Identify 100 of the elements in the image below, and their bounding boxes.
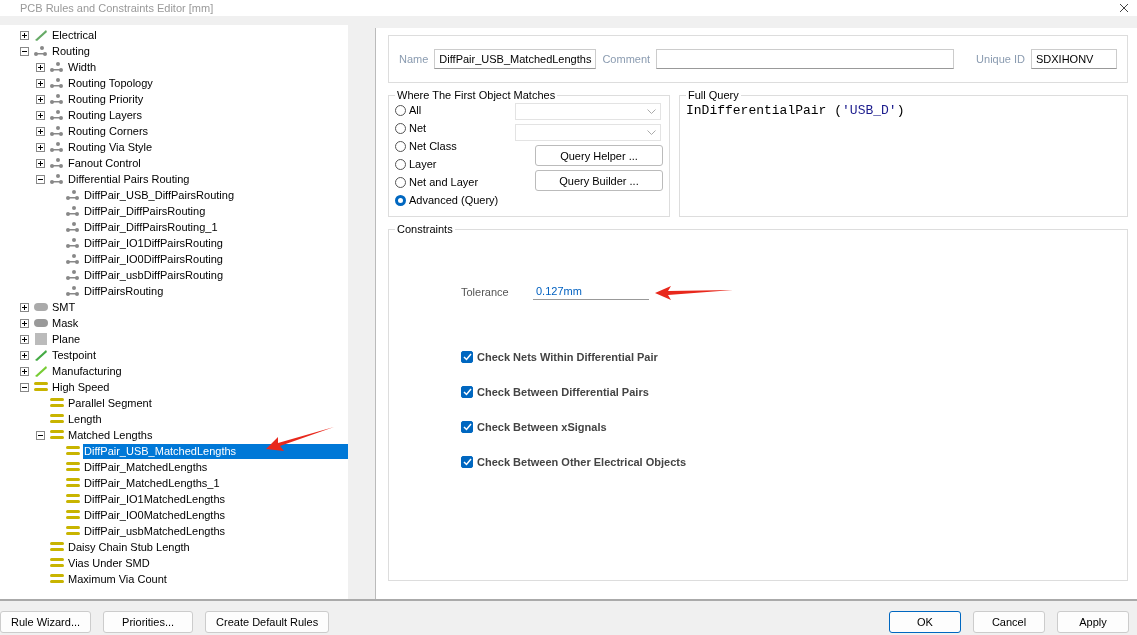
checkbox[interactable] bbox=[461, 351, 473, 363]
expand-toggle-icon[interactable] bbox=[36, 142, 45, 152]
tree-item[interactable]: SMT bbox=[51, 299, 77, 315]
tree-item[interactable]: DiffPair_IO0MatchedLengths bbox=[83, 507, 227, 523]
window-title: PCB Rules and Constraints Editor [mm] bbox=[20, 2, 214, 14]
name-label: Name bbox=[399, 53, 429, 65]
tolerance-field[interactable]: 0.127mm bbox=[533, 283, 649, 300]
track-icon bbox=[65, 525, 81, 537]
expand-toggle-icon[interactable] bbox=[36, 110, 45, 120]
name-field[interactable]: DiffPair_USB_MatchedLengths bbox=[434, 49, 597, 69]
expand-toggle-icon[interactable] bbox=[20, 334, 29, 344]
track-icon bbox=[65, 509, 81, 521]
expand-toggle-icon[interactable] bbox=[20, 46, 29, 56]
dialog-button[interactable]: Cancel bbox=[973, 611, 1045, 633]
dialog-button[interactable]: Rule Wizard... bbox=[0, 611, 92, 633]
rule-icon bbox=[65, 205, 81, 217]
checkbox-label: Check Between Differential Pairs bbox=[477, 386, 649, 398]
tree-item[interactable]: Daisy Chain Stub Length bbox=[67, 539, 191, 555]
tree-item[interactable]: DiffPair_DiffPairsRouting_1 bbox=[83, 219, 219, 235]
tree-item[interactable]: Mask bbox=[51, 315, 80, 331]
rule-icon bbox=[49, 125, 65, 137]
tree-item[interactable]: Maximum Via Count bbox=[67, 571, 168, 587]
dialog-button[interactable]: Create Default Rules bbox=[205, 611, 330, 633]
radio-label: Net Class bbox=[409, 140, 457, 152]
track-icon bbox=[65, 445, 81, 457]
track-icon bbox=[65, 493, 81, 505]
rule-icon bbox=[65, 269, 81, 281]
comment-field[interactable] bbox=[656, 49, 955, 69]
expand-toggle-icon[interactable] bbox=[20, 318, 29, 328]
tree-item[interactable]: Length bbox=[67, 411, 103, 427]
expand-toggle-icon[interactable] bbox=[36, 430, 45, 440]
rule-icon bbox=[33, 365, 49, 377]
radio-button[interactable] bbox=[395, 194, 406, 206]
tree-item[interactable]: Testpoint bbox=[51, 347, 98, 363]
query-text[interactable]: InDifferentialPair ('USB_D') bbox=[686, 101, 1121, 118]
dialog-button[interactable]: Apply bbox=[1057, 611, 1129, 633]
tree-item[interactable]: Width bbox=[67, 59, 98, 75]
tree-item[interactable]: Manufacturing bbox=[51, 363, 123, 379]
expand-toggle-icon[interactable] bbox=[20, 30, 29, 40]
tree-item[interactable]: DiffPair_MatchedLengths bbox=[83, 459, 209, 475]
group-title: Full Query bbox=[687, 89, 740, 101]
tree-item[interactable]: Vias Under SMD bbox=[67, 555, 151, 571]
rule-icon bbox=[49, 77, 65, 89]
rule-icon bbox=[33, 45, 49, 57]
tree-item[interactable]: DiffPair_usbDiffPairsRouting bbox=[83, 267, 224, 283]
tree-item[interactable]: Electrical bbox=[51, 27, 98, 43]
tree-item[interactable]: DiffPair_usbMatchedLengths bbox=[83, 523, 227, 539]
rule-icon bbox=[33, 29, 49, 41]
tree-item[interactable]: DiffPair_USB_DiffPairsRouting bbox=[83, 187, 235, 203]
expand-toggle-icon[interactable] bbox=[20, 350, 29, 360]
expand-toggle-icon[interactable] bbox=[36, 78, 45, 88]
rule-icon bbox=[49, 93, 65, 105]
tolerance-label: Tolerance bbox=[461, 285, 510, 298]
tree-item[interactable]: Plane bbox=[51, 331, 82, 347]
tree-item[interactable]: Routing Layers bbox=[67, 107, 143, 123]
tree-item[interactable]: Routing bbox=[51, 43, 91, 59]
tree-item[interactable]: High Speed bbox=[51, 379, 111, 395]
dialog-button[interactable]: OK bbox=[889, 611, 961, 633]
checkbox-label: Check Between xSignals bbox=[477, 421, 607, 433]
tree-item[interactable]: Parallel Segment bbox=[67, 395, 153, 411]
group-title: Constraints bbox=[396, 223, 454, 235]
tree-item[interactable]: DiffPair_USB_MatchedLengths bbox=[83, 443, 348, 459]
track-icon bbox=[49, 557, 65, 569]
close-icon[interactable] bbox=[1119, 3, 1129, 13]
tree-item[interactable]: Fanout Control bbox=[67, 155, 142, 171]
tree-item[interactable]: Matched Lengths bbox=[67, 427, 154, 443]
chevron-icon bbox=[647, 130, 656, 135]
tree-item[interactable]: DiffPair_IO0DiffPairsRouting bbox=[83, 251, 224, 267]
expand-toggle-icon[interactable] bbox=[36, 126, 45, 136]
tree-item[interactable]: Routing Topology bbox=[67, 75, 154, 91]
unique-id-field[interactable]: SDXIHONV bbox=[1031, 49, 1117, 69]
tree-item[interactable]: DiffPair_IO1DiffPairsRouting bbox=[83, 235, 224, 251]
expand-toggle-icon[interactable] bbox=[20, 366, 29, 376]
tree-item[interactable]: DiffPair_DiffPairsRouting bbox=[83, 203, 207, 219]
radio-label: All bbox=[409, 104, 422, 116]
checkbox[interactable] bbox=[461, 386, 473, 398]
tree-item[interactable]: Differential Pairs Routing bbox=[67, 171, 191, 187]
radio-label: Layer bbox=[409, 158, 437, 170]
query-button[interactable]: Query Helper ... bbox=[535, 145, 663, 166]
tree-item[interactable]: Routing Via Style bbox=[67, 139, 154, 155]
expand-toggle-icon[interactable] bbox=[36, 62, 45, 72]
expand-toggle-icon[interactable] bbox=[36, 94, 45, 104]
radio-label: Net and Layer bbox=[409, 176, 479, 188]
tree-item[interactable]: Routing Corners bbox=[67, 123, 150, 139]
chevron-icon bbox=[647, 109, 656, 114]
rule-icon bbox=[49, 61, 65, 73]
checkbox[interactable] bbox=[461, 456, 473, 468]
expand-toggle-icon[interactable] bbox=[36, 174, 45, 184]
query-button[interactable]: Query Builder ... bbox=[535, 170, 663, 191]
track-icon bbox=[33, 381, 49, 393]
tree-item[interactable]: Routing Priority bbox=[67, 91, 145, 107]
expand-toggle-icon[interactable] bbox=[20, 302, 29, 312]
dialog-button[interactable]: Priorities... bbox=[103, 611, 194, 633]
tree-item[interactable]: DiffPairsRouting bbox=[83, 283, 165, 299]
expand-toggle-icon[interactable] bbox=[20, 382, 29, 392]
tree-item[interactable]: DiffPair_IO1MatchedLengths bbox=[83, 491, 227, 507]
checkbox[interactable] bbox=[461, 421, 473, 433]
expand-toggle-icon[interactable] bbox=[36, 158, 45, 168]
group-title: Where The First Object Matches bbox=[396, 89, 557, 101]
tree-item[interactable]: DiffPair_MatchedLengths_1 bbox=[83, 475, 221, 491]
